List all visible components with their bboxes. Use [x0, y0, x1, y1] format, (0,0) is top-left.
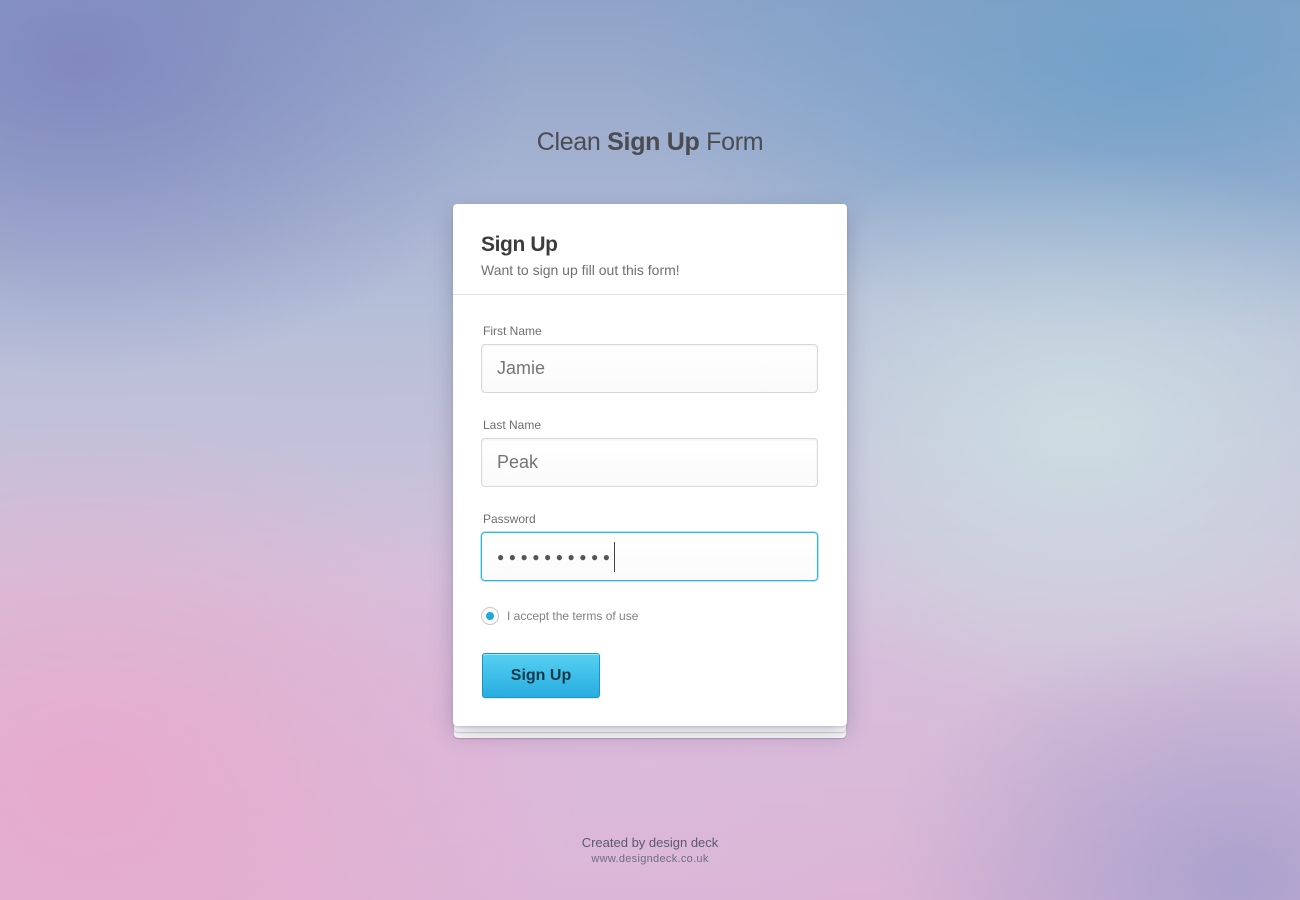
page-heading-bold: Sign Up	[607, 128, 700, 156]
password-label: Password	[483, 512, 536, 526]
form-title: Sign Up	[481, 233, 558, 256]
page-heading-pre: Clean	[536, 128, 601, 156]
password-masked-value: ●●●●●●●●●●	[497, 549, 615, 564]
footer-url-link[interactable]: www.designdeck.co.uk	[0, 853, 1300, 865]
card-header: Sign Up Want to sign up fill out this fo…	[453, 204, 847, 295]
form-subtitle: Want to sign up fill out this form!	[481, 262, 680, 278]
page-heading: Clean Sign Up Form	[0, 128, 1300, 157]
footer-credit: Created by design deck	[581, 835, 719, 850]
password-field[interactable]: ●●●●●●●●●●	[481, 532, 818, 581]
password-input[interactable]: ●●●●●●●●●●	[497, 533, 616, 580]
signup-card-stack: Sign Up Want to sign up fill out this fo…	[453, 204, 847, 738]
last-name-label: Last Name	[483, 418, 542, 432]
terms-label[interactable]: I accept the terms of use	[507, 609, 638, 623]
first-name-label: First Name	[483, 324, 542, 338]
terms-checkbox-row[interactable]: I accept the terms of use	[481, 607, 638, 625]
last-name-field	[481, 438, 818, 487]
last-name-input[interactable]	[482, 439, 817, 486]
first-name-input[interactable]	[482, 345, 817, 392]
first-name-field	[481, 344, 818, 393]
text-caret	[614, 541, 616, 572]
page-heading-post: Form	[706, 128, 764, 156]
signup-card: Sign Up Want to sign up fill out this fo…	[453, 204, 847, 726]
radio-selected-dot-icon	[486, 612, 494, 620]
page-background: { "page": { "heading_pre": "Clean", "hea…	[0, 0, 1300, 900]
signup-button[interactable]: Sign Up	[482, 653, 600, 698]
terms-radio[interactable]	[481, 607, 499, 625]
